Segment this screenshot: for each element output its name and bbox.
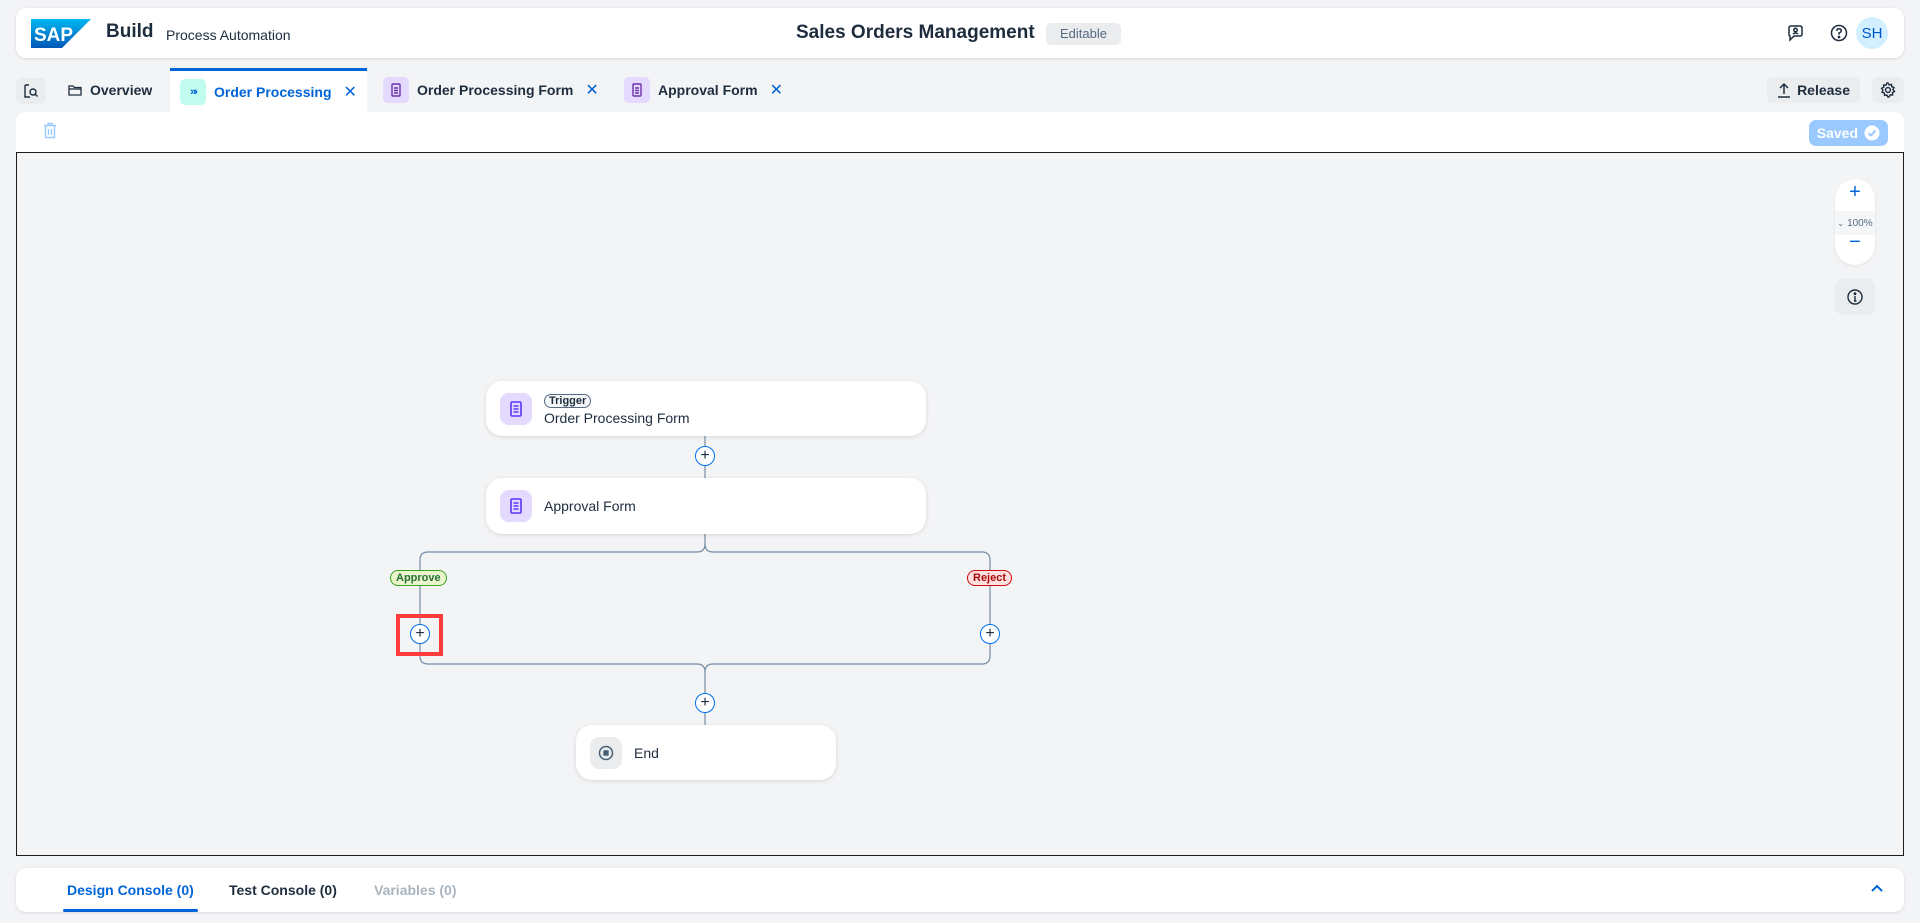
console-panel: Design Console (0) Test Console (0) Vari… bbox=[16, 868, 1904, 912]
form-icon bbox=[500, 490, 532, 522]
release-label: Release bbox=[1797, 82, 1850, 98]
process-canvas[interactable]: Trigger Order Processing Form + Approval… bbox=[16, 152, 1904, 856]
gear-icon bbox=[1880, 82, 1896, 98]
status-badge: Editable bbox=[1046, 23, 1121, 45]
trigger-badge: Trigger bbox=[544, 394, 592, 408]
saved-label: Saved bbox=[1816, 125, 1858, 141]
tab-design-console[interactable]: Design Console (0) bbox=[63, 882, 198, 912]
feedback-icon[interactable] bbox=[1782, 20, 1808, 46]
user-avatar[interactable]: SH bbox=[1856, 17, 1888, 49]
help-icon[interactable] bbox=[1826, 20, 1852, 46]
shell-header: SAP Build Process Automation Sales Order… bbox=[16, 8, 1904, 58]
stop-icon bbox=[590, 736, 622, 769]
brand-name: Build bbox=[106, 21, 154, 42]
form-icon bbox=[500, 392, 532, 425]
close-icon[interactable]: ✕ bbox=[344, 82, 357, 102]
zoom-control: + ⌄ 100% − bbox=[1835, 179, 1875, 265]
flow-connectors bbox=[419, 435, 991, 725]
zoom-in-button[interactable]: + bbox=[1835, 181, 1875, 204]
folder-icon bbox=[68, 85, 82, 96]
connector-approval-split bbox=[419, 534, 706, 725]
check-circle-icon bbox=[1864, 125, 1880, 141]
tab-label: Order Processing Form bbox=[417, 82, 574, 98]
chevron-up-icon bbox=[1871, 884, 1883, 892]
sap-logo[interactable]: SAP bbox=[31, 19, 91, 48]
highlight-box bbox=[396, 614, 443, 656]
tab-label: Order Processing bbox=[214, 83, 332, 100]
search-artifacts-button[interactable] bbox=[16, 78, 46, 104]
node-label: End bbox=[634, 744, 659, 761]
form-icon bbox=[624, 77, 650, 103]
close-icon[interactable]: ✕ bbox=[770, 80, 783, 100]
tab-variables[interactable]: Variables (0) bbox=[374, 882, 457, 898]
delete-button[interactable] bbox=[43, 122, 57, 144]
tab-approval-form[interactable]: Approval Form ✕ bbox=[624, 68, 783, 112]
node-label: Order Processing Form bbox=[544, 410, 690, 426]
product-name: Process Automation bbox=[166, 27, 291, 43]
add-step-reject-button[interactable]: + bbox=[980, 624, 1000, 644]
tab-label: Approval Form bbox=[658, 82, 758, 98]
approve-branch-label[interactable]: Approve bbox=[390, 570, 447, 586]
release-button[interactable]: Release bbox=[1767, 77, 1860, 103]
form-icon bbox=[383, 77, 409, 103]
info-button[interactable] bbox=[1835, 279, 1875, 315]
saved-button[interactable]: Saved bbox=[1808, 120, 1888, 146]
settings-button[interactable] bbox=[1872, 77, 1904, 103]
search-folder-icon bbox=[24, 84, 38, 98]
collapse-console-button[interactable] bbox=[1870, 880, 1884, 898]
connector-split-right bbox=[704, 543, 991, 673]
end-node[interactable]: End bbox=[576, 725, 836, 780]
trigger-node[interactable]: Trigger Order Processing Form bbox=[486, 381, 926, 436]
upload-icon bbox=[1778, 82, 1791, 98]
svg-text:SAP: SAP bbox=[34, 25, 73, 46]
tab-test-console[interactable]: Test Console (0) bbox=[229, 882, 337, 898]
tab-overview[interactable]: Overview bbox=[68, 68, 152, 112]
process-icon: »› bbox=[180, 78, 206, 105]
page-title: Sales Orders Management bbox=[796, 22, 1035, 43]
tab-order-processing[interactable]: »› Order Processing ✕ bbox=[170, 68, 367, 112]
zoom-level: 100% bbox=[1847, 217, 1873, 229]
editor-tabs: Overview »› Order Processing ✕ Order Pro… bbox=[16, 68, 1904, 112]
info-icon bbox=[1847, 289, 1863, 305]
tab-label: Overview bbox=[90, 82, 153, 98]
canvas-toolbar: Saved bbox=[16, 112, 1904, 152]
tab-order-processing-form[interactable]: Order Processing Form ✕ bbox=[383, 68, 599, 112]
reject-branch-label[interactable]: Reject bbox=[967, 570, 1013, 586]
trash-icon bbox=[44, 122, 56, 139]
chevron-down-icon: ⌄ bbox=[1837, 218, 1845, 228]
approval-form-node[interactable]: Approval Form bbox=[486, 478, 926, 534]
zoom-out-button[interactable]: − bbox=[1835, 231, 1875, 254]
add-step-button[interactable]: + bbox=[695, 446, 715, 466]
close-icon[interactable]: ✕ bbox=[585, 80, 598, 100]
add-step-before-end-button[interactable]: + bbox=[695, 693, 715, 713]
node-label: Approval Form bbox=[544, 498, 636, 514]
